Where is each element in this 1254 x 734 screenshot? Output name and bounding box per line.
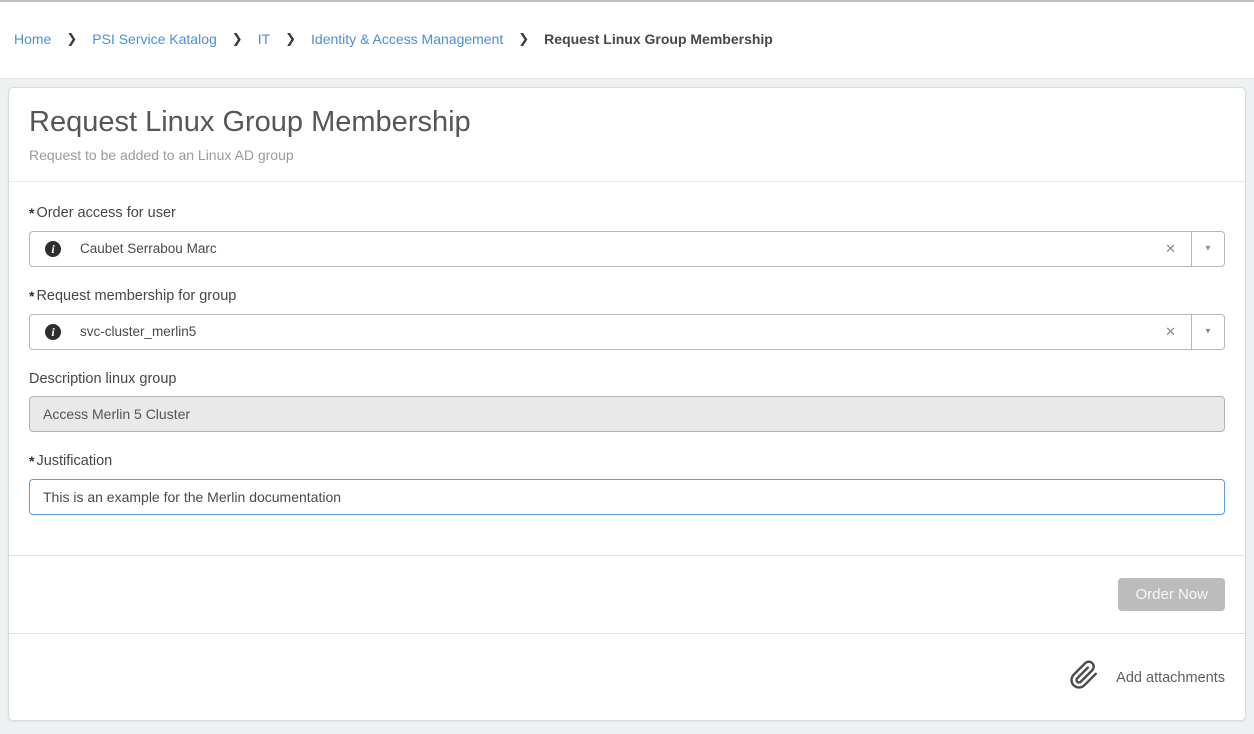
field-label-text: Justification (36, 453, 112, 469)
catalog-item-panel: Request Linux Group Membership Request t… (8, 87, 1246, 721)
field-label: Description linux group (29, 371, 1225, 387)
panel-header: Request Linux Group Membership Request t… (9, 88, 1245, 182)
group-combobox[interactable]: i svc-cluster_merlin5 ✕ ▼ (29, 314, 1225, 350)
chevron-down-icon: ▼ (1204, 245, 1212, 254)
breadcrumb-current-page: Request Linux Group Membership (544, 31, 773, 47)
field-label: * Request membership for group (29, 288, 1225, 305)
field-label-text: Description linux group (29, 371, 177, 387)
field-label: * Justification (29, 453, 1225, 470)
chevron-right-icon: ❯ (518, 31, 529, 47)
chevron-down-icon: ▼ (1204, 327, 1212, 336)
order-now-button[interactable]: Order Now (1118, 578, 1225, 611)
dropdown-toggle[interactable]: ▼ (1191, 315, 1224, 349)
field-label: * Order access for user (29, 205, 1225, 222)
paperclip-icon (1069, 660, 1099, 690)
dropdown-toggle[interactable]: ▼ (1191, 232, 1224, 266)
info-icon: i (45, 324, 61, 340)
request-form: * Order access for user i Caubet Serrabo… (9, 182, 1245, 535)
breadcrumb-link-it[interactable]: IT (258, 31, 270, 47)
description-linux-group-input (29, 396, 1225, 432)
attachments-section: Add attachments (9, 633, 1245, 716)
clear-selection-icon[interactable]: ✕ (1150, 315, 1191, 349)
required-asterisk: * (29, 205, 34, 222)
group-value: svc-cluster_merlin5 (80, 324, 1150, 339)
breadcrumb-link-identity-access-management[interactable]: Identity & Access Management (311, 31, 503, 47)
field-order-access-for-user: * Order access for user i Caubet Serrabo… (29, 205, 1225, 267)
add-attachments-button[interactable]: Add attachments (1069, 660, 1225, 690)
order-access-for-user-value: Caubet Serrabou Marc (80, 241, 1150, 256)
info-icon: i (45, 241, 61, 257)
field-justification: * Justification (29, 453, 1225, 515)
field-request-membership-for-group: * Request membership for group i svc-clu… (29, 288, 1225, 350)
add-attachments-label: Add attachments (1116, 670, 1225, 686)
chevron-right-icon: ❯ (66, 31, 77, 47)
field-label-text: Request membership for group (36, 288, 236, 304)
justification-input[interactable] (29, 479, 1225, 515)
breadcrumb-link-home[interactable]: Home (14, 31, 51, 47)
order-access-for-user-combobox[interactable]: i Caubet Serrabou Marc ✕ ▼ (29, 231, 1225, 267)
field-description-linux-group: Description linux group (29, 371, 1225, 432)
required-asterisk: * (29, 288, 34, 305)
breadcrumb-link-psi-service-katalog[interactable]: PSI Service Katalog (92, 31, 217, 47)
actions-section: Order Now (9, 555, 1245, 633)
required-asterisk: * (29, 453, 34, 470)
breadcrumb: Home ❯ PSI Service Katalog ❯ IT ❯ Identi… (0, 2, 1254, 79)
chevron-right-icon: ❯ (285, 31, 296, 47)
clear-selection-icon[interactable]: ✕ (1150, 232, 1191, 266)
chevron-right-icon: ❯ (232, 31, 243, 47)
page-title: Request Linux Group Membership (29, 103, 1225, 142)
page-subtitle: Request to be added to an Linux AD group (29, 147, 1225, 163)
field-label-text: Order access for user (36, 205, 175, 221)
